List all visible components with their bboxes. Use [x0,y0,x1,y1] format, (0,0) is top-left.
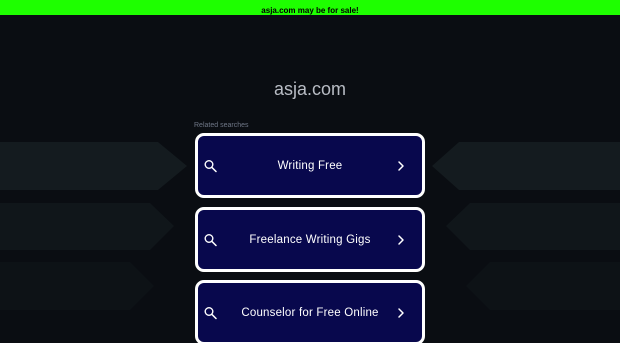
related-search-label: Freelance Writing Gigs [249,233,371,246]
search-icon [204,233,217,246]
sale-banner: asja.com may be for sale! [0,0,620,15]
related-searches-label: Related searches [194,122,249,129]
search-icon [204,159,217,172]
search-icon [204,306,217,319]
related-search-label: Writing Free [277,159,343,172]
sale-banner-link[interactable]: asja.com may be for sale! [261,6,358,15]
related-search-label: Counselor for Free Online [241,306,379,319]
related-search-item[interactable]: Writing Free [195,133,425,198]
domain-title: asja.com [273,79,347,99]
parked-domain-page: asja.com may be for sale! asja.com Relat… [0,0,620,343]
chevron-right-icon [398,234,404,245]
chevron-right-icon [398,307,404,318]
related-search-item[interactable]: Freelance Writing Gigs [195,207,425,272]
related-search-item[interactable]: Counselor for Free Online [195,280,425,343]
chevron-right-icon [398,160,404,171]
